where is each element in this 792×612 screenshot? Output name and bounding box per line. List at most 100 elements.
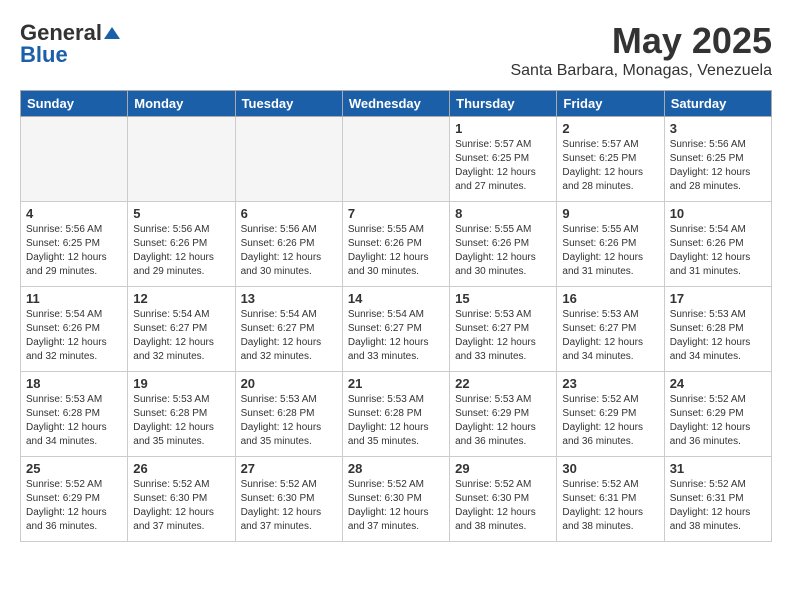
day-info: Sunrise: 5:54 AM Sunset: 6:27 PM Dayligh…	[133, 308, 229, 364]
calendar-cell: 20 Sunrise: 5:53 AM Sunset: 6:28 PM Dayli…	[235, 372, 342, 457]
calendar-cell: 11 Sunrise: 5:54 AM Sunset: 6:26 PM Dayli…	[21, 287, 128, 372]
day-number: 6	[241, 206, 337, 221]
calendar-cell: 1 Sunrise: 5:57 AM Sunset: 6:25 PM Daylig…	[450, 117, 557, 202]
day-number: 11	[26, 291, 122, 306]
col-tuesday: Tuesday	[235, 91, 342, 117]
day-number: 17	[670, 291, 766, 306]
day-info: Sunrise: 5:55 AM Sunset: 6:26 PM Dayligh…	[348, 223, 444, 279]
day-number: 19	[133, 376, 229, 391]
calendar-cell: 24 Sunrise: 5:52 AM Sunset: 6:29 PM Dayli…	[664, 372, 771, 457]
col-wednesday: Wednesday	[342, 91, 449, 117]
day-number: 31	[670, 461, 766, 476]
calendar-cell	[21, 117, 128, 202]
day-number: 23	[562, 376, 658, 391]
calendar-cell: 26 Sunrise: 5:52 AM Sunset: 6:30 PM Dayli…	[128, 457, 235, 542]
calendar-cell: 30 Sunrise: 5:52 AM Sunset: 6:31 PM Dayli…	[557, 457, 664, 542]
day-info: Sunrise: 5:52 AM Sunset: 6:29 PM Dayligh…	[670, 393, 766, 449]
day-info: Sunrise: 5:56 AM Sunset: 6:26 PM Dayligh…	[133, 223, 229, 279]
day-info: Sunrise: 5:54 AM Sunset: 6:27 PM Dayligh…	[348, 308, 444, 364]
calendar-cell: 28Sunrise: 5:52 AM Sunset: 6:30 PM Dayli…	[342, 457, 449, 542]
calendar-cell: 2 Sunrise: 5:57 AM Sunset: 6:25 PM Daylig…	[557, 117, 664, 202]
day-info: Sunrise: 5:55 AM Sunset: 6:26 PM Dayligh…	[562, 223, 658, 279]
location-text: Santa Barbara, Monagas, Venezuela	[510, 62, 772, 80]
col-sunday: Sunday	[21, 91, 128, 117]
calendar-cell: 14Sunrise: 5:54 AM Sunset: 6:27 PM Dayli…	[342, 287, 449, 372]
day-number: 29	[455, 461, 551, 476]
day-number: 27	[241, 461, 337, 476]
calendar-cell: 5Sunrise: 5:56 AM Sunset: 6:26 PM Daylig…	[128, 202, 235, 287]
day-info: Sunrise: 5:53 AM Sunset: 6:28 PM Dayligh…	[26, 393, 122, 449]
calendar-cell	[128, 117, 235, 202]
day-info: Sunrise: 5:54 AM Sunset: 6:26 PM Dayligh…	[26, 308, 122, 364]
calendar-cell: 8 Sunrise: 5:55 AM Sunset: 6:26 PM Daylig…	[450, 202, 557, 287]
day-number: 3	[670, 121, 766, 136]
day-number: 1	[455, 121, 551, 136]
logo: General Blue	[20, 20, 120, 68]
day-number: 26	[133, 461, 229, 476]
day-info: Sunrise: 5:53 AM Sunset: 6:27 PM Dayligh…	[562, 308, 658, 364]
calendar-cell: 6Sunrise: 5:56 AM Sunset: 6:26 PM Daylig…	[235, 202, 342, 287]
day-info: Sunrise: 5:52 AM Sunset: 6:30 PM Dayligh…	[455, 478, 551, 534]
calendar-cell: 25 Sunrise: 5:52 AM Sunset: 6:29 PM Dayli…	[21, 457, 128, 542]
day-number: 25	[26, 461, 122, 476]
day-info: Sunrise: 5:53 AM Sunset: 6:28 PM Dayligh…	[670, 308, 766, 364]
day-number: 8	[455, 206, 551, 221]
calendar-cell: 9 Sunrise: 5:55 AM Sunset: 6:26 PM Daylig…	[557, 202, 664, 287]
day-info: Sunrise: 5:53 AM Sunset: 6:29 PM Dayligh…	[455, 393, 551, 449]
day-info: Sunrise: 5:52 AM Sunset: 6:31 PM Dayligh…	[562, 478, 658, 534]
calendar-cell: 27Sunrise: 5:52 AM Sunset: 6:30 PM Dayli…	[235, 457, 342, 542]
day-info: Sunrise: 5:56 AM Sunset: 6:25 PM Dayligh…	[26, 223, 122, 279]
day-info: Sunrise: 5:53 AM Sunset: 6:28 PM Dayligh…	[241, 393, 337, 449]
calendar-cell: 7 Sunrise: 5:55 AM Sunset: 6:26 PM Daylig…	[342, 202, 449, 287]
day-info: Sunrise: 5:54 AM Sunset: 6:27 PM Dayligh…	[241, 308, 337, 364]
col-friday: Friday	[557, 91, 664, 117]
calendar-cell: 16 Sunrise: 5:53 AM Sunset: 6:27 PM Dayli…	[557, 287, 664, 372]
day-info: Sunrise: 5:57 AM Sunset: 6:25 PM Dayligh…	[455, 138, 551, 194]
day-number: 30	[562, 461, 658, 476]
calendar-week-4: 25 Sunrise: 5:52 AM Sunset: 6:29 PM Dayli…	[21, 457, 772, 542]
day-info: Sunrise: 5:52 AM Sunset: 6:30 PM Dayligh…	[348, 478, 444, 534]
calendar-cell	[342, 117, 449, 202]
day-number: 12	[133, 291, 229, 306]
calendar-cell: 17 Sunrise: 5:53 AM Sunset: 6:28 PM Dayli…	[664, 287, 771, 372]
calendar-cell: 22 Sunrise: 5:53 AM Sunset: 6:29 PM Dayli…	[450, 372, 557, 457]
calendar-table: Sunday Monday Tuesday Wednesday Thursday…	[20, 90, 772, 542]
col-monday: Monday	[128, 91, 235, 117]
day-number: 7	[348, 206, 444, 221]
calendar-cell: 29 Sunrise: 5:52 AM Sunset: 6:30 PM Dayli…	[450, 457, 557, 542]
day-info: Sunrise: 5:52 AM Sunset: 6:30 PM Dayligh…	[133, 478, 229, 534]
day-number: 20	[241, 376, 337, 391]
day-number: 21	[348, 376, 444, 391]
calendar-cell: 18 Sunrise: 5:53 AM Sunset: 6:28 PM Dayli…	[21, 372, 128, 457]
calendar-cell	[235, 117, 342, 202]
day-number: 15	[455, 291, 551, 306]
day-number: 9	[562, 206, 658, 221]
day-number: 16	[562, 291, 658, 306]
calendar-cell: 31 Sunrise: 5:52 AM Sunset: 6:31 PM Dayli…	[664, 457, 771, 542]
day-number: 13	[241, 291, 337, 306]
calendar-cell: 3Sunrise: 5:56 AM Sunset: 6:25 PM Daylig…	[664, 117, 771, 202]
day-info: Sunrise: 5:57 AM Sunset: 6:25 PM Dayligh…	[562, 138, 658, 194]
col-thursday: Thursday	[450, 91, 557, 117]
day-number: 24	[670, 376, 766, 391]
day-info: Sunrise: 5:53 AM Sunset: 6:27 PM Dayligh…	[455, 308, 551, 364]
day-number: 2	[562, 121, 658, 136]
month-title: May 2025	[510, 20, 772, 62]
day-info: Sunrise: 5:54 AM Sunset: 6:26 PM Dayligh…	[670, 223, 766, 279]
day-info: Sunrise: 5:52 AM Sunset: 6:31 PM Dayligh…	[670, 478, 766, 534]
day-info: Sunrise: 5:52 AM Sunset: 6:29 PM Dayligh…	[562, 393, 658, 449]
day-number: 10	[670, 206, 766, 221]
day-number: 22	[455, 376, 551, 391]
calendar-week-1: 4Sunrise: 5:56 AM Sunset: 6:25 PM Daylig…	[21, 202, 772, 287]
logo-blue-text: Blue	[20, 42, 68, 68]
day-info: Sunrise: 5:53 AM Sunset: 6:28 PM Dayligh…	[348, 393, 444, 449]
day-info: Sunrise: 5:53 AM Sunset: 6:28 PM Dayligh…	[133, 393, 229, 449]
calendar-cell: 12 Sunrise: 5:54 AM Sunset: 6:27 PM Dayli…	[128, 287, 235, 372]
calendar-week-3: 18 Sunrise: 5:53 AM Sunset: 6:28 PM Dayli…	[21, 372, 772, 457]
calendar-cell: 10 Sunrise: 5:54 AM Sunset: 6:26 PM Dayli…	[664, 202, 771, 287]
day-info: Sunrise: 5:52 AM Sunset: 6:29 PM Dayligh…	[26, 478, 122, 534]
calendar-cell: 13 Sunrise: 5:54 AM Sunset: 6:27 PM Dayli…	[235, 287, 342, 372]
day-number: 18	[26, 376, 122, 391]
day-info: Sunrise: 5:55 AM Sunset: 6:26 PM Dayligh…	[455, 223, 551, 279]
calendar-week-2: 11 Sunrise: 5:54 AM Sunset: 6:26 PM Dayli…	[21, 287, 772, 372]
